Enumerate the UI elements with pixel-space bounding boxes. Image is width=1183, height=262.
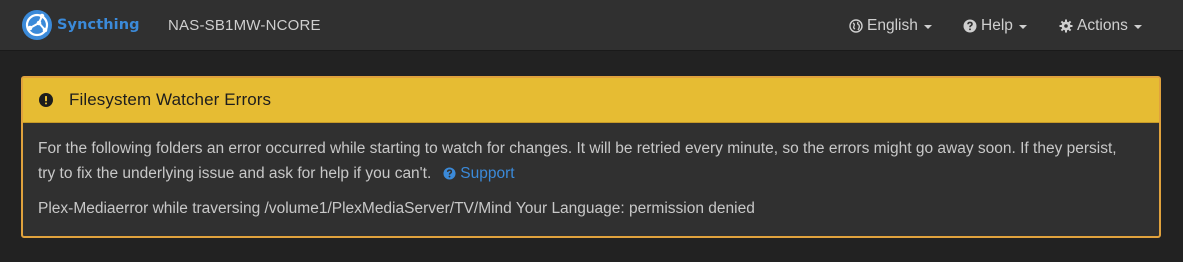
language-dropdown[interactable]: English [849, 17, 932, 35]
panel-heading: Filesystem Watcher Errors [23, 78, 1159, 123]
error-message: For the following folders an error occur… [38, 140, 1117, 182]
error-detail: error while traversing /volume1/PlexMedi… [115, 200, 755, 217]
help-dropdown[interactable]: Help [963, 17, 1027, 35]
actions-label: Actions [1077, 17, 1128, 34]
help-label: Help [981, 17, 1013, 34]
support-link[interactable]: Support [443, 164, 515, 182]
support-label: Support [460, 164, 515, 182]
exclamation-circle-icon [39, 93, 53, 107]
syncthing-logo-icon [22, 10, 52, 40]
brand-name: Syncthing [57, 17, 140, 33]
chevron-down-icon [923, 25, 932, 29]
chevron-down-icon [1133, 25, 1142, 29]
question-circle-icon [963, 19, 977, 33]
language-label: English [867, 17, 918, 34]
syncthing-brand[interactable]: Syncthing [21, 9, 140, 41]
watcher-errors-panel: Filesystem Watcher Errors For the follow… [21, 76, 1161, 238]
question-circle-icon [443, 166, 456, 180]
actions-dropdown[interactable]: Actions [1059, 17, 1142, 35]
folder-error-item: Plex-Mediaerror while traversing /volume… [38, 197, 1138, 222]
error-folder-name: Plex-Media [38, 200, 116, 217]
panel-body: For the following folders an error occur… [38, 137, 1138, 222]
chevron-down-icon [1018, 25, 1027, 29]
device-name: NAS-SB1MW-NCORE [168, 17, 321, 34]
panel-title: Filesystem Watcher Errors [69, 90, 272, 109]
gear-icon [1059, 19, 1073, 33]
globe-icon [849, 19, 863, 33]
error-description: For the following folders an error occur… [38, 137, 1138, 186]
navbar: Syncthing NAS-SB1MW-NCORE English Help A… [0, 0, 1183, 51]
